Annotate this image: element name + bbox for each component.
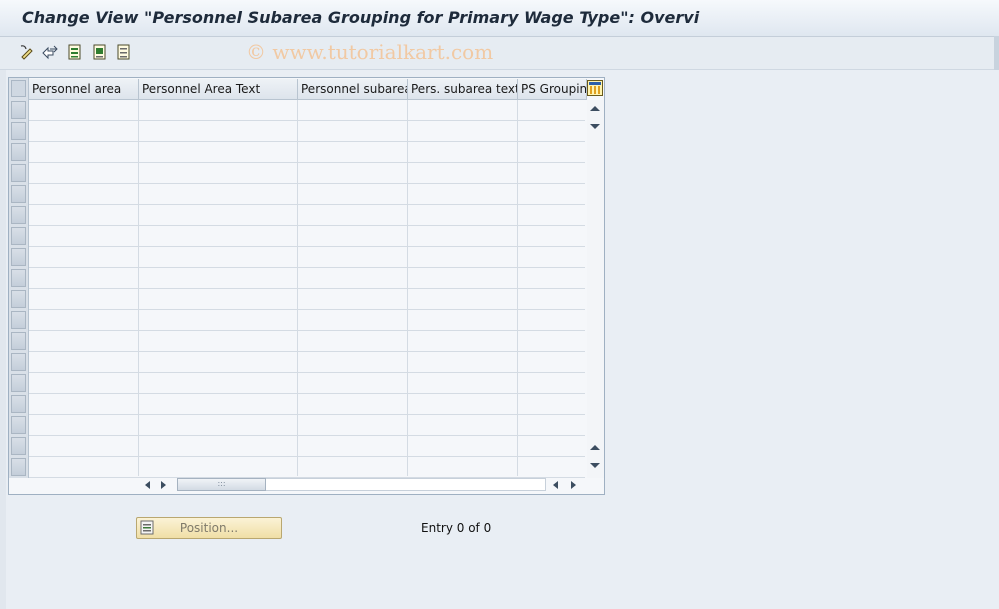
column-header-pers-subarea-text[interactable]: Pers. subarea text [408,79,518,100]
table-row[interactable] [29,289,585,310]
position-button-label: Position... [179,521,239,535]
row-selector[interactable] [11,227,26,245]
row-selector[interactable] [11,164,26,182]
table-control: Personnel area Personnel Area Text Perso… [8,77,605,495]
table-row[interactable] [29,331,585,352]
row-selector[interactable] [11,185,26,203]
table-row[interactable] [29,184,585,205]
title-edge [994,36,999,70]
row-selector[interactable] [11,416,26,434]
select-all-icon[interactable] [66,43,84,61]
table-row[interactable] [29,142,585,163]
row-selector[interactable] [11,206,26,224]
select-all-rows-button[interactable] [11,80,26,97]
select-block-icon[interactable] [91,43,109,61]
scroll-right-end-icon[interactable] [571,481,576,489]
row-selector[interactable] [11,437,26,455]
column-divider [297,100,298,476]
scroll-down-icon[interactable] [590,124,600,129]
row-selector[interactable] [11,122,26,140]
scroll-left-icon[interactable] [145,481,150,489]
table-row[interactable] [29,352,585,373]
row-selector[interactable] [11,458,26,476]
column-divider [407,100,408,476]
table-row[interactable] [29,457,585,478]
table-row[interactable] [29,268,585,289]
column-divider [517,100,518,476]
application-toolbar: © www.tutorialkart.com [0,37,999,70]
table-row[interactable] [29,226,585,247]
table-row[interactable] [29,415,585,436]
column-header-ps-grouping[interactable]: PS Grouping [518,79,587,100]
row-selector[interactable] [11,290,26,308]
deselect-all-icon[interactable] [115,43,133,61]
row-selector[interactable] [11,332,26,350]
table-row[interactable] [29,205,585,226]
scroll-page-up-icon[interactable] [590,445,600,450]
table-row[interactable] [29,436,585,457]
watermark: © www.tutorialkart.com [246,40,494,64]
title-bar: Change View "Personnel Subarea Grouping … [0,0,999,37]
table-row[interactable] [29,373,585,394]
scroll-left-end-icon[interactable] [553,481,558,489]
table-settings-icon[interactable] [587,80,603,96]
row-selector[interactable] [11,248,26,266]
column-header-personnel-area-text[interactable]: Personnel Area Text [139,79,298,100]
horizontal-scrollbar[interactable]: ::: [137,477,584,494]
row-selector[interactable] [11,395,26,413]
scroll-right-icon[interactable] [161,481,166,489]
column-header-personnel-area[interactable]: Personnel area [29,79,139,100]
column-header-personnel-subarea[interactable]: Personnel subarea [298,79,408,100]
table-row[interactable] [29,100,585,121]
scroll-thumb[interactable]: ::: [177,478,266,491]
row-selector[interactable] [11,143,26,161]
table-row[interactable] [29,121,585,142]
page-title: Change View "Personnel Subarea Grouping … [22,8,700,27]
table-row[interactable] [29,247,585,268]
row-selector[interactable] [11,353,26,371]
display-change-icon[interactable] [18,43,36,61]
scroll-track[interactable] [266,478,546,491]
table-row[interactable] [29,163,585,184]
vertical-scrollbar[interactable] [587,100,604,478]
row-selector[interactable] [11,374,26,392]
table-row[interactable] [29,394,585,415]
row-selector[interactable] [11,269,26,287]
frame-edge [0,70,6,609]
column-divider [138,100,139,476]
other-view-icon[interactable] [41,43,59,61]
position-button[interactable]: Position... [136,517,282,539]
row-selector[interactable] [11,101,26,119]
scroll-up-icon[interactable] [590,106,600,111]
scroll-page-down-icon[interactable] [590,463,600,468]
entry-counter: Entry 0 of 0 [421,521,492,535]
table-row[interactable] [29,310,585,331]
row-selector[interactable] [11,311,26,329]
